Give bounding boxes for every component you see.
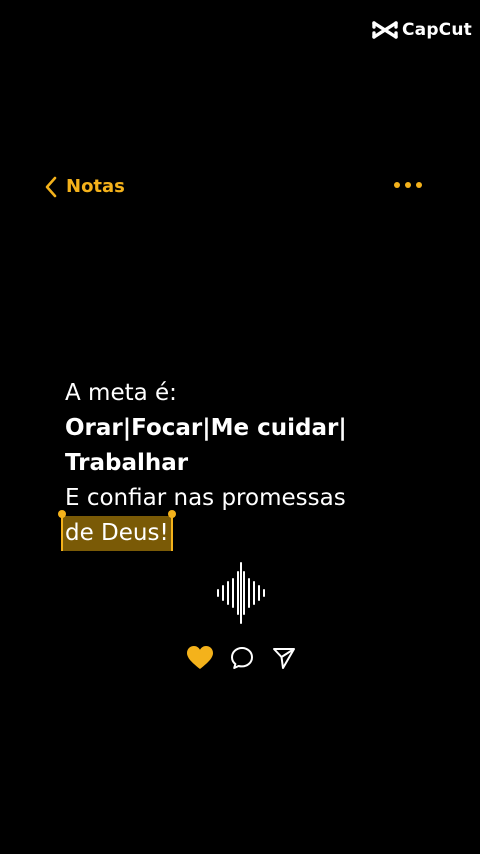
audio-waveform-icon[interactable] [215,562,267,624]
more-options-button[interactable] [394,182,422,188]
note-line-trust: E confiar nas promessas [65,485,346,511]
capcut-brand-text: CapCut [401,20,472,40]
send-icon [273,648,295,669]
selected-text: de Deus! [65,520,169,546]
note-line-goal-intro: A meta é: [65,380,177,406]
text-selection[interactable]: de Deus! [58,510,176,551]
more-dot [416,182,422,188]
more-horizontal-icon [394,182,400,188]
like-button[interactable] [186,644,214,672]
selection-handle-start[interactable] [58,510,66,551]
back-button[interactable]: Notas [44,172,125,202]
capcut-logo-icon [372,21,398,39]
capcut-watermark: CapCut [372,20,472,40]
more-dot [405,182,411,188]
heart-icon [187,646,213,669]
note-content[interactable]: A meta é: Orar|Focar|Me cuidar| Trabalha… [58,376,465,551]
note-line-goals: Orar|Focar|Me cuidar| [65,415,347,441]
note-line-selected-wrapper: de Deus! [58,510,465,551]
notes-nav-bar: Notas [44,172,424,202]
note-line-work: Trabalhar [65,450,189,476]
selection-handle-end[interactable] [167,510,176,551]
back-label: Notas [66,176,125,197]
comment-button[interactable] [228,644,256,672]
note-actions [186,644,298,672]
chevron-left-icon [45,176,57,198]
comment-icon [231,647,253,669]
share-button[interactable] [270,644,298,672]
